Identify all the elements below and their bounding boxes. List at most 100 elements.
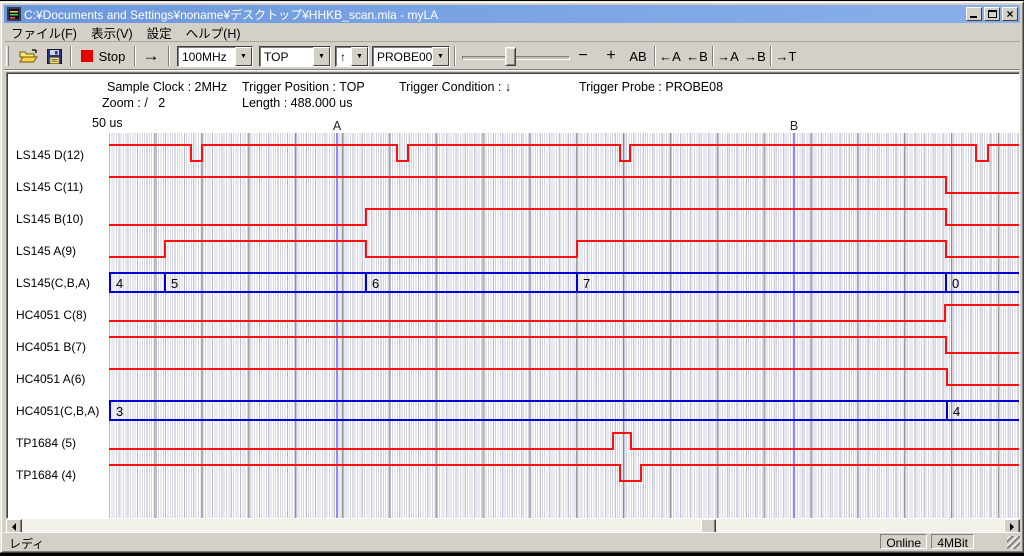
zoom-out-button[interactable]: − [571, 45, 595, 67]
waveform-plot[interactable]: 4 5 6 7 0 3 4 [109, 133, 1019, 519]
info-trigger-position: Trigger Position : TOP [242, 80, 365, 94]
resize-grip[interactable] [1007, 536, 1020, 549]
toolbar-separator [454, 46, 456, 66]
digital-trace [109, 177, 1019, 193]
maximize-icon [988, 10, 997, 18]
stop-label: Stop [99, 49, 126, 64]
channel-label: LS145 A(9) [16, 244, 76, 258]
set-b-button[interactable]: ←B [684, 45, 710, 67]
toolbar-separator [770, 46, 772, 66]
bus-value: 0 [952, 276, 959, 291]
toolbar-separator [654, 46, 656, 66]
toolbar-separator [134, 46, 136, 66]
digital-trace [109, 145, 1019, 161]
status-memory-badge: 4MBit [931, 534, 974, 549]
info-trigger-condition: Trigger Condition : ↓ [399, 80, 511, 94]
digital-trace [109, 209, 1019, 225]
channel-label: LS145 C(11) [16, 180, 83, 194]
waveform-panel: Sample Clock : 2MHz Trigger Position : T… [6, 72, 1020, 519]
bus-value: 5 [171, 276, 178, 291]
bus-value: 6 [372, 276, 379, 291]
minimize-button[interactable] [966, 7, 982, 21]
stop-button[interactable]: Stop [76, 45, 130, 67]
status-bar: レディ Online 4MBit [4, 532, 1020, 549]
channel-label: TP1684 (5) [16, 436, 76, 450]
channel-label: HC4051 B(7) [16, 340, 86, 354]
maximize-button[interactable] [984, 7, 1000, 21]
digital-trace [109, 465, 1019, 481]
trigger-probe-select[interactable]: PROBE00 ▼ [372, 46, 450, 67]
digital-trace [109, 337, 1019, 353]
channel-label: HC4051 A(6) [16, 372, 85, 386]
goto-a-button[interactable]: →A [715, 45, 741, 67]
sample-clock-value: 100MHz [178, 47, 235, 66]
info-sample-clock: Sample Clock : 2MHz [107, 80, 227, 94]
stop-square-icon [81, 50, 93, 62]
sample-clock-select[interactable]: 100MHz ▼ [177, 46, 253, 67]
digital-trace [109, 433, 1019, 449]
trigger-edge-value: ↑ [336, 47, 351, 66]
channel-label: LS145 B(10) [16, 212, 83, 226]
trigger-position-value: TOP [260, 47, 313, 66]
menu-settings[interactable]: 設定 [140, 22, 179, 43]
digital-trace [109, 241, 1019, 257]
status-message: レディ [9, 535, 44, 552]
info-zoom: Zoom : / 2 [102, 96, 165, 110]
menu-help[interactable]: ヘルプ(H) [179, 22, 248, 43]
channel-label-column: LS145 D(12) LS145 C(11) LS145 B(10) LS145 A… [11, 133, 109, 519]
channel-label: LS145(C,B,A) [16, 276, 90, 290]
trigger-edge-select[interactable]: ↑ ▼ [335, 46, 369, 67]
toolbar-separator [70, 46, 72, 66]
save-floppy-icon [47, 49, 62, 64]
scroll-left-icon [8, 523, 16, 531]
zoom-in-button[interactable]: + [599, 45, 623, 67]
window-title: C:¥Documents and Settings¥noname¥デスクトップ¥… [24, 6, 964, 23]
open-folder-icon [19, 49, 38, 64]
open-button[interactable] [16, 45, 40, 67]
menu-file[interactable]: ファイル(F) [4, 22, 84, 43]
zoom-slider-track[interactable] [462, 56, 570, 60]
close-icon: × [1003, 7, 1017, 21]
app-window: C:¥Documents and Settings¥noname¥デスクトップ¥… [0, 1, 1024, 553]
save-button[interactable] [42, 45, 66, 67]
toolbar-separator [168, 46, 170, 66]
bus-value: 4 [953, 404, 960, 419]
goto-b-button[interactable]: →B [742, 45, 768, 67]
menu-bar: ファイル(F) 表示(V) 設定 ヘルプ(H) [4, 24, 1020, 42]
zoom-slider-thumb[interactable] [505, 47, 516, 66]
info-length: Length : 488.000 us [242, 96, 353, 110]
toolbar-separator [712, 46, 714, 66]
trigger-position-select[interactable]: TOP ▼ [259, 46, 331, 67]
toolbar-grip[interactable] [6, 46, 9, 66]
channel-label: TP1684 (4) [16, 468, 76, 482]
toolbar: Stop → 100MHz ▼ TOP ▼ ↑ ▼ PROBE00 ▼ − + … [4, 43, 1020, 70]
goto-trigger-button[interactable]: →T [773, 45, 799, 67]
dropdown-arrow-icon[interactable]: ▼ [235, 47, 252, 66]
dropdown-arrow-icon[interactable]: ▼ [351, 47, 368, 66]
bus-value: 3 [116, 404, 123, 419]
bus-value: 4 [116, 276, 123, 291]
ab-span-button[interactable]: AB [625, 45, 651, 67]
trigger-probe-value: PROBE00 [373, 47, 432, 66]
waveform-traces: 4 5 6 7 0 3 4 [109, 133, 1019, 519]
bus-value: 7 [583, 276, 590, 291]
marker-label-b: B [788, 119, 800, 133]
info-trigger-probe: Trigger Probe : PROBE08 [579, 80, 723, 94]
digital-trace [109, 305, 1019, 321]
status-online-badge: Online [880, 534, 927, 549]
menu-view[interactable]: 表示(V) [84, 22, 140, 43]
channel-label: LS145 D(12) [16, 148, 84, 162]
dropdown-arrow-icon[interactable]: ▼ [432, 47, 449, 66]
single-run-button[interactable]: → [137, 45, 165, 67]
close-button[interactable]: × [1002, 7, 1018, 21]
minimize-icon [970, 16, 977, 18]
channel-label: HC4051(C,B,A) [16, 404, 99, 418]
dropdown-arrow-icon[interactable]: ▼ [313, 47, 330, 66]
app-icon [7, 7, 21, 21]
digital-trace [109, 369, 1019, 385]
scroll-right-icon [1010, 523, 1018, 531]
set-a-button[interactable]: ←A [657, 45, 683, 67]
title-bar[interactable]: C:¥Documents and Settings¥noname¥デスクトップ¥… [4, 5, 1020, 23]
time-div-label: 50 us [92, 116, 123, 130]
run-arrow-icon: → [143, 46, 160, 66]
